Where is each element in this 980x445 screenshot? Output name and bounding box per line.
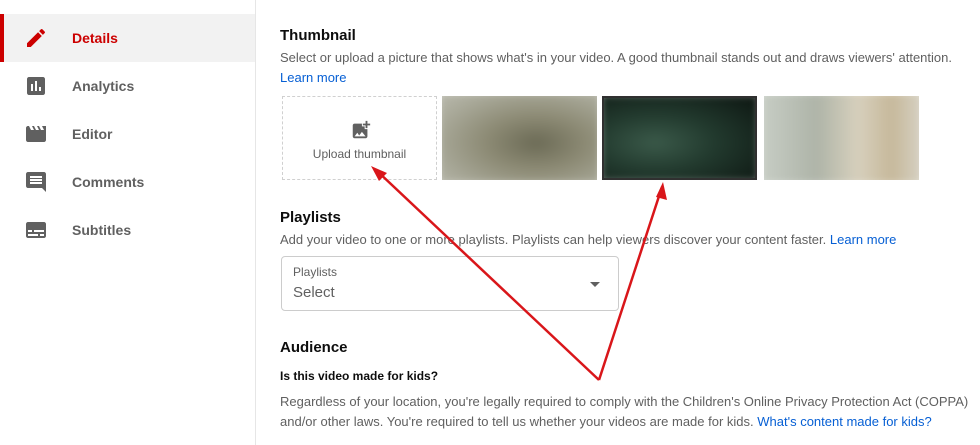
thumbnail-heading: Thumbnail [280, 27, 356, 44]
audience-body-line-1: Regardless of your location, you're lega… [280, 394, 969, 409]
audience-body-line-2: and/or other laws. You're required to te… [280, 414, 932, 429]
clapperboard-icon [26, 126, 46, 142]
playlists-select[interactable]: Playlists Select [281, 256, 619, 311]
sidebar-item-editor[interactable]: Editor [0, 110, 255, 158]
playlists-select-label: Playlists [293, 265, 338, 279]
upload-thumbnail-button[interactable]: Upload thumbnail [282, 96, 437, 180]
arrowhead [656, 182, 667, 200]
sidebar-item-label: Comments [72, 174, 145, 190]
sidebar-item-label: Analytics [72, 78, 135, 94]
playlists-description: Add your video to one or more playlists.… [280, 232, 897, 247]
thumbnail-learn-more-link[interactable]: Learn more [280, 68, 346, 88]
sidebar: Details Analytics Editor Comments Subtit… [0, 0, 256, 445]
sidebar-item-label: Subtitles [72, 222, 132, 238]
sidebar-item-label: Editor [72, 126, 113, 142]
sidebar-item-subtitles[interactable]: Subtitles [0, 206, 255, 254]
thumbnail-description: Select or upload a picture that shows wh… [280, 50, 952, 65]
subtitles-icon [26, 222, 46, 238]
sidebar-item-label: Details [72, 30, 118, 46]
active-indicator [0, 14, 4, 62]
thumbnail-option-1[interactable] [442, 96, 597, 180]
playlists-select-value: Select [293, 284, 335, 301]
pencil-icon [27, 28, 46, 47]
audience-heading: Audience [280, 339, 348, 356]
dropdown-caret-icon [590, 282, 600, 287]
playlists-heading: Playlists [280, 209, 341, 226]
made-for-kids-link[interactable]: What's content made for kids? [757, 414, 931, 429]
comment-icon [26, 172, 46, 192]
thumbnail-option-2[interactable] [602, 96, 757, 180]
analytics-icon [27, 77, 45, 95]
thumbnail-option-3[interactable] [764, 96, 919, 180]
upload-thumbnail-label: Upload thumbnail [312, 147, 407, 161]
sidebar-item-analytics[interactable]: Analytics [0, 62, 255, 110]
sidebar-item-comments[interactable]: Comments [0, 158, 255, 206]
sidebar-item-details[interactable]: Details [0, 14, 255, 62]
made-for-kids-question: Is this video made for kids? [280, 369, 439, 383]
playlists-learn-more-link[interactable]: Learn more [830, 232, 896, 247]
add-photo-icon [352, 120, 371, 139]
